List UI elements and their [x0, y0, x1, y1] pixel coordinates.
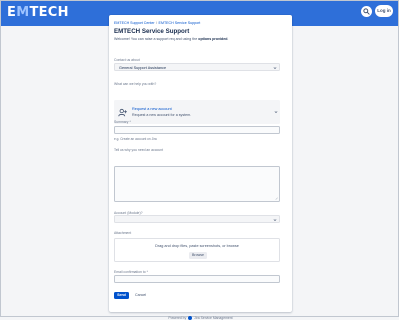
search-icon: [363, 8, 370, 15]
accounts-select[interactable]: [114, 215, 280, 223]
cancel-button[interactable]: Cancel: [135, 292, 146, 299]
description-label: Tell us why you need an account: [114, 148, 164, 152]
attachment-label: Attachment: [114, 231, 132, 235]
send-button[interactable]: Send: [114, 292, 129, 299]
contact-label: Contact us about: [114, 58, 140, 62]
logo-suffix: TECH: [29, 5, 69, 20]
request-form-card: EMTECH Support Center / EMTECH Service Sup…: [109, 15, 292, 320]
chevron-down-icon: [273, 67, 277, 70]
intro-suffix: .: [227, 37, 229, 41]
breadcrumb-service-support[interactable]: EMTECH Service Support: [159, 21, 201, 25]
emtech-logo[interactable]: EMTECH: [7, 5, 69, 20]
breadcrumb-support-center[interactable]: EMTECH Support Center: [114, 21, 155, 25]
login-button[interactable]: Log in: [375, 5, 393, 17]
intro-prefix: Welcome! You can raise a support req and…: [114, 37, 199, 41]
contact-select-value: General Support Assistance: [119, 65, 167, 70]
breadcrumb: EMTECH Support Center / EMTECH Service Sup…: [114, 21, 200, 25]
request-type-select[interactable]: Request a new account Request a new acco…: [114, 100, 280, 124]
breadcrumb-separator: /: [156, 21, 158, 25]
browse-button[interactable]: Browse: [189, 252, 207, 259]
user-add-icon: [118, 108, 127, 117]
chevron-down-icon: [274, 111, 278, 114]
contact-select[interactable]: General Support Assistance: [114, 63, 280, 71]
summary-input[interactable]: [114, 126, 280, 134]
chevron-down-icon: [273, 219, 277, 222]
summary-help-text: e.g. Create an account on Jira: [114, 137, 157, 141]
email-input[interactable]: [114, 275, 280, 283]
resize-handle-icon[interactable]: [275, 197, 278, 200]
logo-prefix: E: [7, 5, 17, 20]
page-title: EMTECH Service Support: [114, 28, 190, 35]
request-type-description: Request a new account for a system.: [132, 112, 192, 117]
logo-accent: M: [16, 5, 30, 20]
summary-label: Summary *: [114, 120, 131, 124]
intro-bold: options provided: [198, 37, 228, 41]
request-type-title: Request a new account: [132, 107, 172, 111]
search-button[interactable]: [361, 6, 372, 17]
email-label: Email confirmation to *: [114, 270, 148, 274]
dropzone-text: Drag and drop files, paste screenshots, …: [155, 244, 239, 248]
help-label: What can we help you with?: [114, 82, 157, 86]
intro-text: Welcome! You can raise a support req and…: [114, 37, 228, 41]
description-textarea[interactable]: [114, 166, 280, 202]
attachment-dropzone[interactable]: Drag and drop files, paste screenshots, …: [114, 238, 280, 262]
